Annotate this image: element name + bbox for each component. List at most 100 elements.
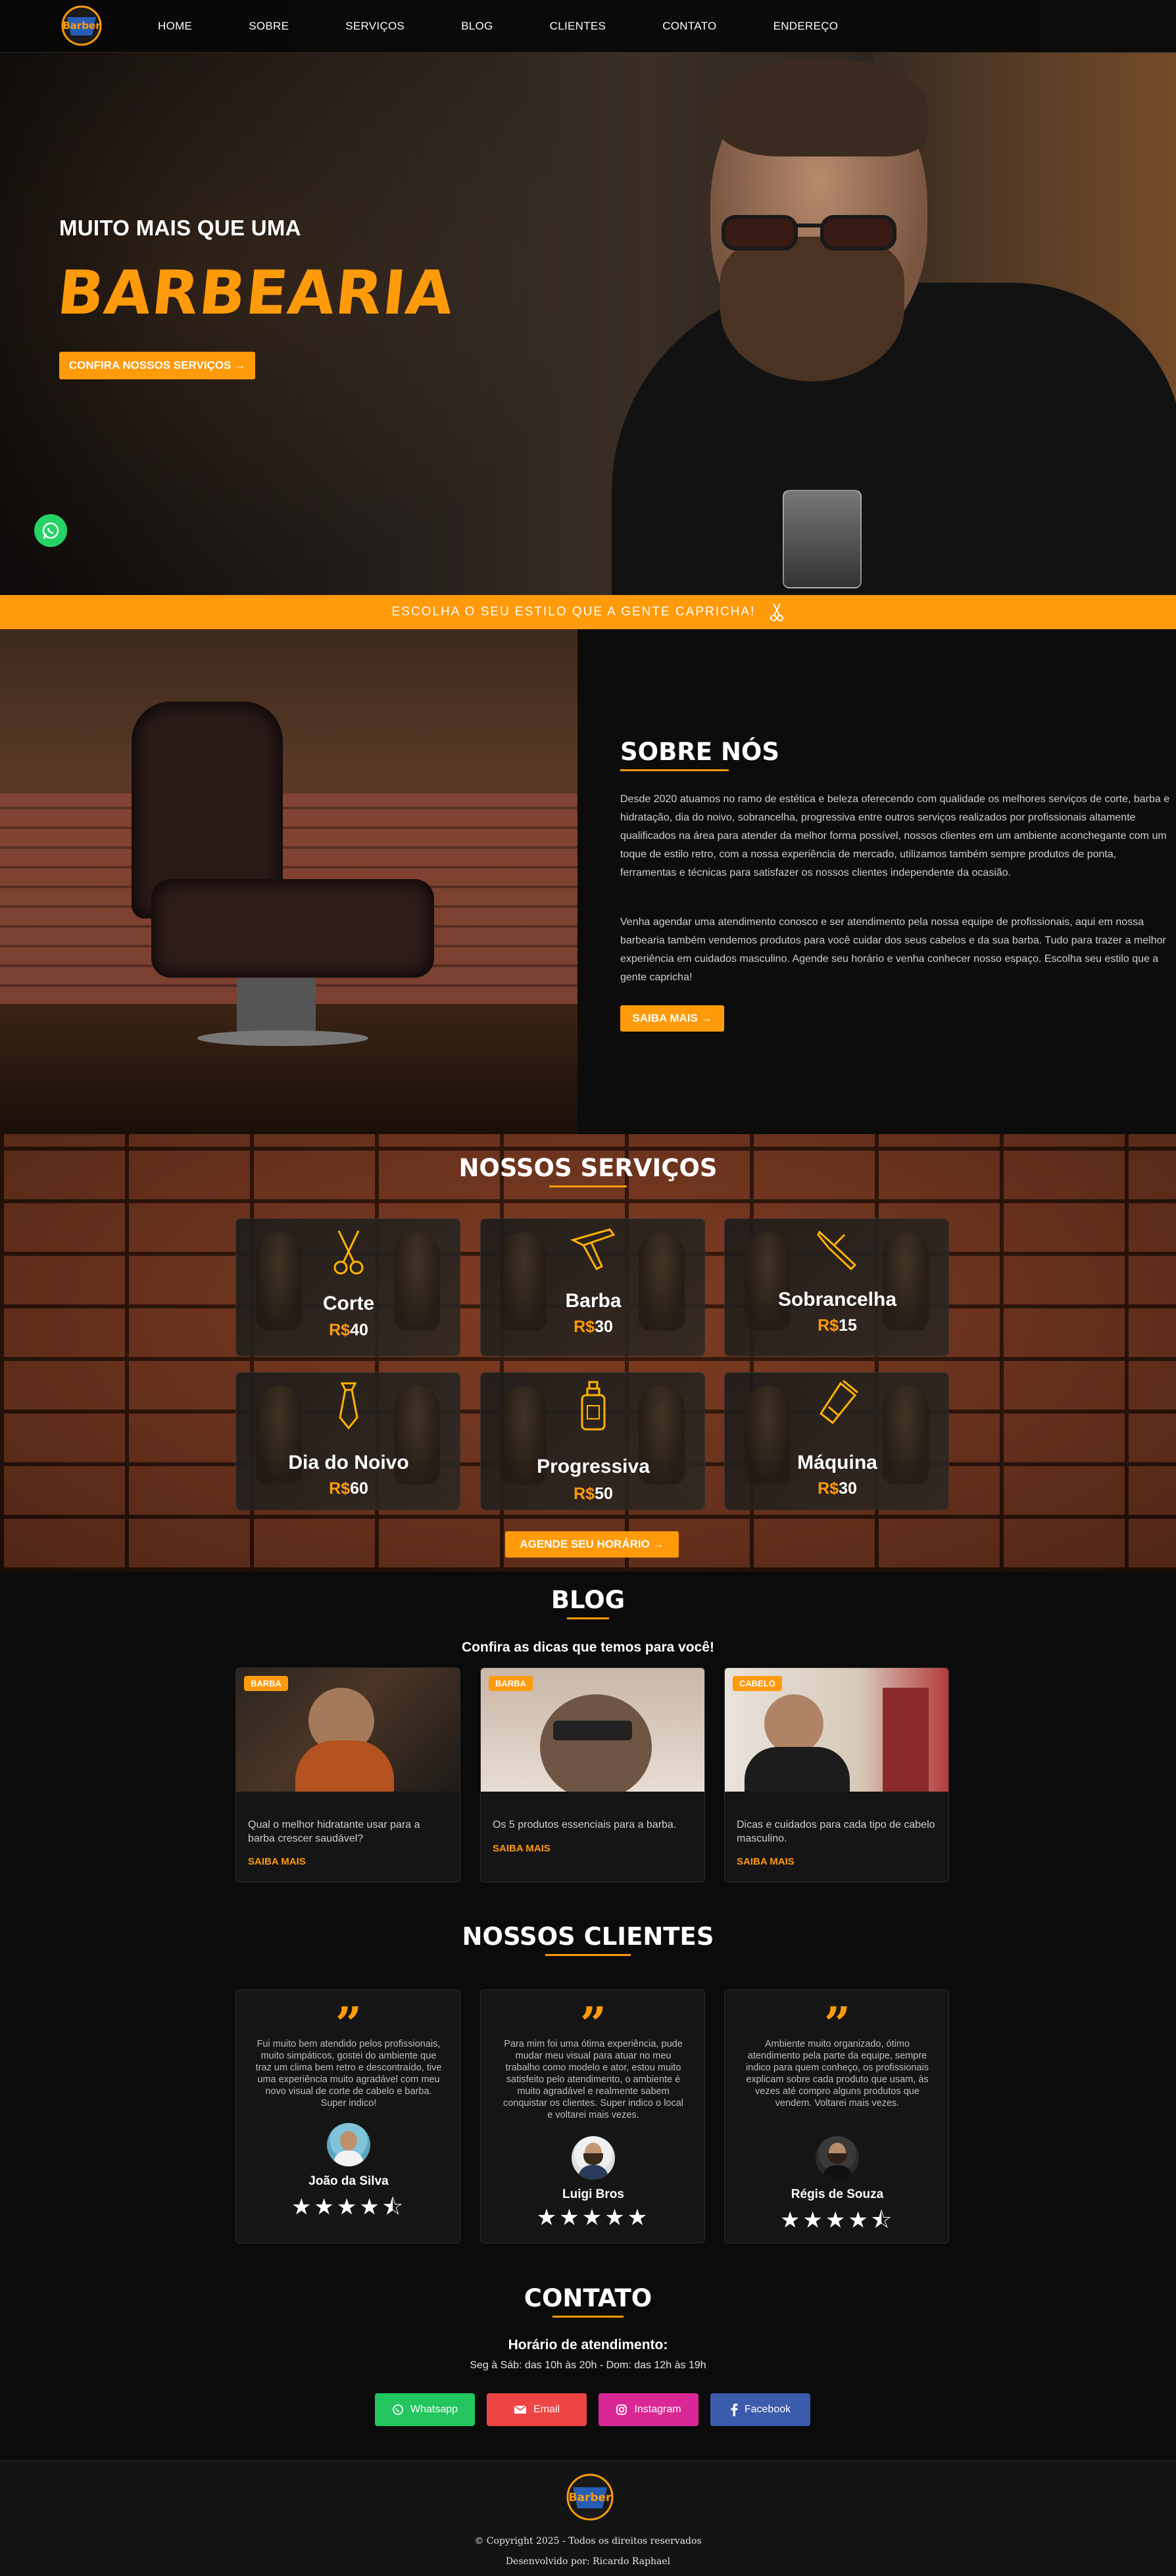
scissors-icon (770, 603, 784, 621)
testimonial-text: Fui muito bem atendido pelos profissiona… (255, 2039, 442, 2109)
nav-endereco[interactable]: ENDEREÇO (773, 20, 839, 33)
client-name: Luigi Bros (562, 2187, 624, 2201)
blog-card-3[interactable]: CABELO Dicas e cuidados para cada tipo d… (724, 1667, 949, 1882)
facebook-label: Facebook (744, 2404, 791, 2415)
svg-text:Barber: Barber (62, 20, 101, 32)
nav-sobre[interactable]: SOBRE (249, 20, 289, 33)
blog-read-more[interactable]: SAIBA MAIS (737, 1856, 795, 1867)
rating-stars: ★★★★⯪ (779, 2208, 895, 2233)
service-card-dia-do-noivo[interactable]: Dia do Noivo R$60 (235, 1372, 460, 1510)
blog-subtitle: Confira as dicas que temos para você! (462, 1640, 714, 1655)
avatar (572, 2136, 615, 2180)
client-name: João da Silva (308, 2174, 389, 2188)
blog-tag: BARBA (489, 1676, 533, 1691)
facebook-button[interactable]: Facebook (710, 2393, 810, 2426)
service-price: R$60 (329, 1479, 368, 1498)
avatar (327, 2123, 370, 2166)
about-paragraph-1: Desde 2020 atuamos no ramo de estética e… (620, 794, 1170, 878)
contact-title: CONTATO (524, 2284, 652, 2312)
blog-card-2[interactable]: BARBA Os 5 produtos essenciais para a ba… (480, 1667, 705, 1882)
instagram-label: Instagram (634, 2404, 681, 2415)
svg-text:Barber: Barber (569, 2491, 612, 2504)
instagram-button[interactable]: Instagram (599, 2393, 698, 2426)
services-title: NOSSOS SERVIÇOS (458, 1154, 718, 1182)
service-card-maquina[interactable]: Máquina R$30 (724, 1372, 949, 1510)
testimonial-card: ” Para mim foi uma ótima experiência, pu… (480, 1990, 705, 2243)
barber-logo[interactable]: Barber (59, 4, 104, 47)
nav-blog[interactable]: BLOG (461, 20, 493, 33)
clipper-icon (819, 1379, 858, 1425)
service-card-corte[interactable]: Corte R$40 (235, 1218, 460, 1356)
barber-chair-image (0, 629, 577, 1134)
hero-subtitle: MUITO MAIS QUE UMA (59, 216, 301, 240)
whatsapp-icon (393, 2404, 403, 2415)
whatsapp-float-button[interactable] (34, 514, 67, 547)
service-price: R$15 (818, 1316, 857, 1335)
service-name: Progressiva (537, 1456, 650, 1477)
sunglasses-image (722, 215, 896, 250)
hero-title: BARBEARIA (54, 258, 458, 328)
facebook-icon (731, 2403, 738, 2416)
footer: Barber © Copyright 2025 - Todos os direi… (0, 2460, 1176, 2576)
about-section: SOBRE NÓS Desde 2020 atuamos no ramo de … (0, 629, 1176, 1134)
blog-excerpt: Dicas e cuidados para cada tipo de cabel… (737, 1819, 935, 1844)
top-navbar: Barber HOME SOBRE SERVIÇOS BLOG CLIENTES… (0, 0, 1176, 53)
hero-whisky-glass (783, 490, 862, 588)
hero-services-button[interactable]: CONFIRA NOSSOS SERVIÇOS → (59, 352, 255, 379)
scissors-icon (333, 1230, 364, 1275)
service-card-sobrancelha[interactable]: Sobrancelha R$15 (724, 1218, 949, 1356)
service-price: R$30 (574, 1318, 613, 1336)
clients-title-underline (545, 1954, 631, 1956)
service-card-barba[interactable]: Barba R$30 (480, 1218, 705, 1356)
footer-developer: Desenvolvido por: Ricardo Raphael (505, 2556, 671, 2567)
blog-title-underline (567, 1617, 609, 1619)
avatar (816, 2136, 859, 2180)
blog-title: BLOG (551, 1586, 625, 1614)
eyebrow-razor-icon (817, 1230, 857, 1271)
blog-tag: CABELO (733, 1676, 782, 1691)
footer-copyright: © Copyright 2025 - Todos os direitos res… (474, 2536, 702, 2546)
blog-read-more[interactable]: SAIBA MAIS (248, 1856, 306, 1867)
client-name: Régis de Souza (791, 2187, 884, 2201)
testimonial-text: Ambiente muito organizado, ótimo atendim… (745, 2039, 929, 2109)
rating-stars: ★★★★★ (536, 2205, 650, 2230)
footer-logo[interactable]: Barber (564, 2471, 616, 2523)
services-section: NOSSOS SERVIÇOS Corte R$40 Barba R$30 So… (0, 1134, 1176, 1571)
nav-servicos[interactable]: SERVIÇOS (345, 20, 404, 33)
schedule-button[interactable]: AGENDE SEU HORÁRIO → (505, 1531, 679, 1558)
nav-home[interactable]: HOME (158, 20, 192, 33)
about-more-button[interactable]: SAIBA MAIS → (620, 1005, 724, 1032)
about-title-underline (620, 769, 729, 771)
hero-model-hair (717, 58, 927, 156)
blog-read-more[interactable]: SAIBA MAIS (493, 1843, 551, 1854)
service-price: R$30 (818, 1479, 857, 1498)
about-paragraph-2: Venha agendar uma atendimento conosco e … (620, 917, 1166, 983)
instagram-icon (616, 2404, 627, 2415)
nav-contato[interactable]: CONTATO (662, 20, 716, 33)
blog-excerpt: Qual o melhor hidratante usar para a bar… (248, 1819, 420, 1844)
service-name: Barba (565, 1290, 622, 1312)
clients-title: NOSSOS CLIENTES (462, 1922, 714, 1951)
blog-tag: BARBA (244, 1676, 288, 1691)
email-label: Email (533, 2404, 560, 2415)
service-name: Corte (322, 1293, 375, 1314)
testimonial-text: Para mim foi uma ótima experiência, pude… (502, 2039, 684, 2120)
email-icon (514, 2405, 527, 2414)
hero-model-beard (720, 237, 904, 381)
nav-clientes[interactable]: CLIENTES (550, 20, 606, 33)
whatsapp-button[interactable]: Whatsapp (375, 2393, 475, 2426)
blog-excerpt: Os 5 produtos essenciais para a barba. (493, 1819, 677, 1830)
testimonial-card: ” Fui muito bem atendido pelos profissio… (235, 1990, 460, 2243)
hours-text: Seg à Sáb: das 10h às 20h - Dom: das 12h… (470, 2360, 706, 2371)
hours-title: Horário de atendimento: (508, 2337, 668, 2352)
service-price: R$50 (574, 1485, 613, 1503)
blog-card-1[interactable]: BARBA Qual o melhor hidratante usar para… (235, 1667, 460, 1882)
services-title-underline (549, 1185, 627, 1187)
whatsapp-label: Whatsapp (410, 2404, 458, 2415)
slogan-text: ESCOLHA O SEU ESTILO QUE A GENTE CAPRICH… (391, 605, 756, 619)
service-name: Dia do Noivo (288, 1452, 409, 1473)
tie-icon (339, 1382, 358, 1430)
service-card-progressiva[interactable]: Progressiva R$50 (480, 1372, 705, 1510)
bottle-icon (581, 1381, 606, 1431)
email-button[interactable]: Email (487, 2393, 587, 2426)
